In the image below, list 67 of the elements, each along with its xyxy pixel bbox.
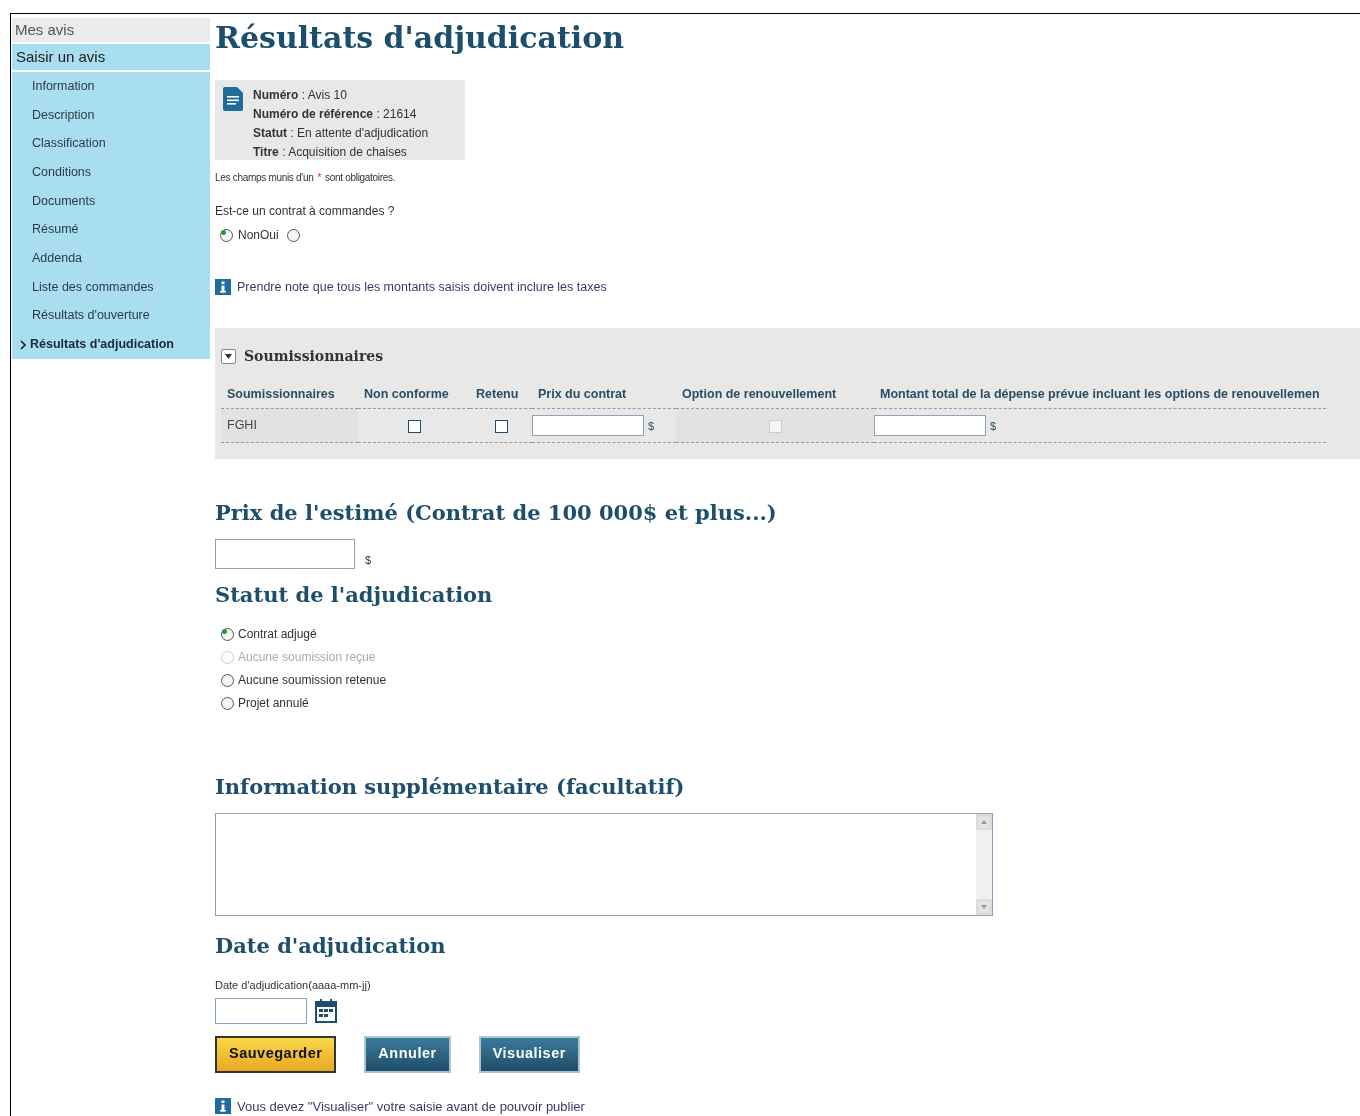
column-header: Montant total de la dépense prévue incluant les options de renouvellemen [874,380,1326,409]
radio-label: Non [238,227,260,244]
sidebar-item[interactable]: Résumé [12,215,210,245]
total-field[interactable] [874,415,986,437]
info-note: Prendre note que tous les montants saisis doivent inclure les taxes [237,279,607,296]
checkbox[interactable] [407,419,421,433]
sidebar-item[interactable]: Résultats d'ouverture [12,301,210,331]
radio-label: Contrat adjugé [238,626,317,644]
sidebar-item[interactable]: Saisir un avis [12,44,210,72]
chevron-icon [20,339,26,350]
caret-down-icon [225,353,232,359]
radio-label: Aucune soumission retenue [238,672,387,690]
section-title: Prix de l'estimé (Contrat de 100 000$ et plus...) [215,499,778,528]
radio-label: Oui [260,227,279,244]
column-header: Option de renouvellement [676,380,874,409]
question-label: Est-ce un contrat à commandes ? [215,203,396,220]
radio-button[interactable] [220,228,233,242]
column-header: Non conforme [358,380,470,409]
checkbox[interactable] [494,419,508,433]
info-icon [215,1098,231,1115]
info-note: Vous devez "Visualiser" votre saisie avant de pouvoir publier [237,1097,585,1116]
panel-title: Soumissionnaires [244,346,384,366]
column-header: Retenu [470,380,532,409]
radio-button[interactable] [221,673,234,687]
sidebar-item[interactable]: Résultats d'adjudication [12,330,210,359]
required-note: Les champs munis d'un [215,171,314,185]
currency-label: $ [990,418,997,434]
form-button[interactable]: Annuler [364,1035,451,1073]
estimate-field[interactable] [215,538,355,569]
form-button[interactable]: Sauvegarder [215,1035,337,1073]
radio-button[interactable] [221,627,234,641]
column-header: Prix du contrat [532,380,676,409]
sidebar-item[interactable]: Information [12,72,210,101]
document-icon [223,87,243,111]
summary-line: Titre : Acquisition de chaises [253,144,408,161]
required-asterisk: * [317,171,322,185]
text-area[interactable] [215,812,993,916]
info-icon [215,279,231,296]
page-title: Résultats d'adjudication [215,19,625,57]
form-button[interactable]: Visualiser [478,1035,580,1073]
sidebar-item[interactable]: Conditions [12,158,210,187]
field-label: Date d'adjudication(aaaa-mm-jj) [215,978,372,993]
required-note: sont obligatoires. [325,171,396,185]
section-title: Date d'adjudication [215,931,447,960]
sidebar-item[interactable]: Classification [12,129,210,159]
sidebar-item[interactable]: Liste des commandes [12,272,210,302]
summary-line: Statut : En attente d'adjudication [253,125,429,142]
summary-line: Numéro : Avis 10 [253,87,348,104]
currency-label: $ [365,553,372,569]
price-field[interactable] [532,415,644,437]
section-title: Information supplémentaire (facultatif) [215,773,686,802]
radio-button[interactable] [221,696,234,710]
radio-label: Aucune soumission reçue [238,649,376,667]
summary-line: Numéro de référence : 21614 [253,106,418,123]
currency-label: $ [648,418,655,434]
radio-button[interactable] [286,228,300,242]
collapse-toggle[interactable] [221,348,236,364]
sidebar-item[interactable]: Mes avis [12,18,210,44]
table-cell: FGHI [221,408,358,443]
section-title: Statut de l'adjudication [215,580,494,609]
date-field[interactable] [215,997,307,1024]
column-header: Soumissionnaires [221,380,358,409]
sidebar-item[interactable]: Documents [12,186,210,216]
calendar-icon[interactable] [315,998,337,1023]
radio-label: Projet annulé [238,695,309,713]
sidebar-item[interactable]: Addenda [12,244,210,273]
sidebar-item[interactable]: Description [12,100,210,130]
